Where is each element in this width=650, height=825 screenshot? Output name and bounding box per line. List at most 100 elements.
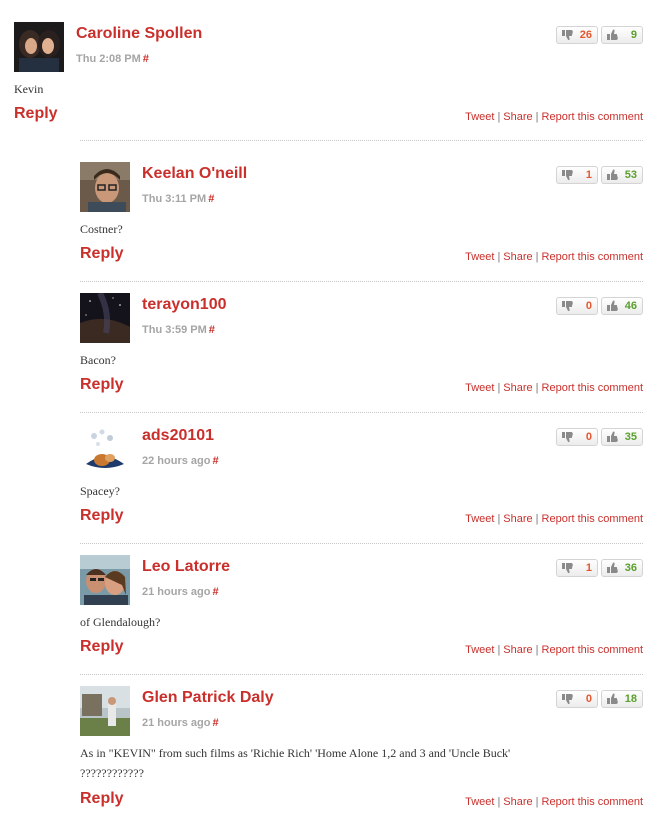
comment-actions: Tweet | Share | Report this comment (465, 796, 643, 808)
vote-group: 0 46 (556, 297, 643, 315)
comment-text-line: Bacon? (80, 353, 116, 367)
share-link[interactable]: Share (503, 111, 532, 123)
permalink-link[interactable]: # (212, 586, 218, 598)
comment-actions: Tweet | Share | Report this comment (465, 251, 643, 263)
separator: | (497, 513, 501, 525)
thumbs-down-icon (562, 301, 573, 312)
upvote-count: 18 (624, 693, 637, 705)
avatar[interactable] (80, 424, 130, 474)
reply-button[interactable]: Reply (80, 638, 124, 656)
downvote-button[interactable]: 26 (556, 26, 598, 44)
comment-time: 22 hours ago (142, 455, 211, 467)
downvote-count: 26 (579, 29, 592, 41)
comment-author[interactable]: Keelan O'neill (142, 165, 247, 183)
comment: Glen Patrick Daly 21 hours ago # 0 18 As … (80, 686, 643, 816)
comment-meta: 21 hours ago # (142, 717, 219, 729)
permalink-link[interactable]: # (209, 324, 215, 336)
thumbs-up-icon (607, 169, 618, 180)
comment-author[interactable]: ads20101 (142, 427, 214, 445)
report-link[interactable]: Report this comment (542, 644, 643, 656)
comment-time: Thu 2:08 PM (76, 53, 141, 65)
comment-actions: Tweet | Share | Report this comment (465, 382, 643, 394)
downvote-button[interactable]: 0 (556, 690, 598, 708)
comment-author[interactable]: Leo Latorre (142, 558, 230, 576)
downvote-count: 1 (585, 169, 592, 181)
permalink-link[interactable]: # (212, 455, 218, 467)
thumbs-down-icon (562, 563, 573, 574)
reply-button[interactable]: Reply (80, 507, 124, 525)
report-link[interactable]: Report this comment (542, 382, 643, 394)
thumbs-down-icon (562, 30, 573, 41)
comment-divider (80, 543, 643, 544)
comment-author[interactable]: Caroline Spollen (76, 25, 202, 43)
comment-meta: Thu 3:11 PM # (142, 193, 214, 205)
share-link[interactable]: Share (503, 513, 532, 525)
comment-text: Spacey? (80, 481, 120, 501)
tweet-link[interactable]: Tweet (465, 382, 494, 394)
report-link[interactable]: Report this comment (542, 111, 643, 123)
separator: | (535, 382, 539, 394)
vote-group: 1 53 (556, 166, 643, 184)
comment-time: 21 hours ago (142, 586, 211, 598)
separator: | (535, 111, 539, 123)
permalink-link[interactable]: # (143, 53, 149, 65)
separator: | (497, 251, 501, 263)
comment: ads20101 22 hours ago # 0 35 Spacey? Repl… (80, 424, 643, 534)
avatar[interactable] (80, 555, 130, 605)
report-link[interactable]: Report this comment (542, 251, 643, 263)
tweet-link[interactable]: Tweet (465, 513, 494, 525)
share-link[interactable]: Share (503, 796, 532, 808)
comment: Leo Latorre 21 hours ago # 1 36 of Glenda… (80, 555, 643, 665)
comment-author[interactable]: terayon100 (142, 296, 227, 314)
thumbs-down-icon (562, 432, 573, 443)
reply-button[interactable]: Reply (80, 376, 124, 394)
comment-text: Costner? (80, 219, 123, 239)
upvote-count: 46 (624, 300, 637, 312)
avatar[interactable] (14, 22, 64, 72)
share-link[interactable]: Share (503, 644, 532, 656)
thumbs-up-icon (607, 300, 618, 311)
upvote-button[interactable]: 53 (601, 166, 643, 184)
separator: | (497, 111, 501, 123)
vote-group: 0 18 (556, 690, 643, 708)
permalink-link[interactable]: # (212, 717, 218, 729)
tweet-link[interactable]: Tweet (465, 796, 494, 808)
permalink-link[interactable]: # (208, 193, 214, 205)
downvote-button[interactable]: 1 (556, 166, 598, 184)
downvote-button[interactable]: 1 (556, 559, 598, 577)
upvote-button[interactable]: 35 (601, 428, 643, 446)
upvote-button[interactable]: 46 (601, 297, 643, 315)
thumbs-up-icon (607, 431, 618, 442)
reply-button[interactable]: Reply (80, 245, 124, 263)
reply-button[interactable]: Reply (80, 790, 124, 808)
thumbs-up-icon (607, 29, 618, 40)
tweet-link[interactable]: Tweet (465, 644, 494, 656)
downvote-button[interactable]: 0 (556, 297, 598, 315)
report-link[interactable]: Report this comment (542, 513, 643, 525)
reply-button[interactable]: Reply (14, 105, 58, 123)
comment-author[interactable]: Glen Patrick Daly (142, 689, 274, 707)
tweet-link[interactable]: Tweet (465, 111, 494, 123)
downvote-count: 0 (585, 300, 592, 312)
upvote-button[interactable]: 18 (601, 690, 643, 708)
vote-group: 26 9 (556, 26, 643, 44)
tweet-link[interactable]: Tweet (465, 251, 494, 263)
avatar[interactable] (80, 162, 130, 212)
comment-actions: Tweet | Share | Report this comment (465, 513, 643, 525)
comment-text: As in "KEVIN" from such films as 'Richie… (80, 743, 510, 783)
avatar[interactable] (80, 293, 130, 343)
comment-text-line: Kevin (14, 82, 44, 96)
upvote-count: 53 (624, 169, 637, 181)
separator: | (535, 796, 539, 808)
downvote-button[interactable]: 0 (556, 428, 598, 446)
upvote-button[interactable]: 9 (601, 26, 643, 44)
comment-meta: Thu 3:59 PM # (142, 324, 215, 336)
comment-actions: Tweet | Share | Report this comment (465, 644, 643, 656)
avatar[interactable] (80, 686, 130, 736)
share-link[interactable]: Share (503, 251, 532, 263)
comment-meta: 21 hours ago # (142, 586, 219, 598)
comment-divider (80, 281, 643, 282)
report-link[interactable]: Report this comment (542, 796, 643, 808)
share-link[interactable]: Share (503, 382, 532, 394)
upvote-button[interactable]: 36 (601, 559, 643, 577)
